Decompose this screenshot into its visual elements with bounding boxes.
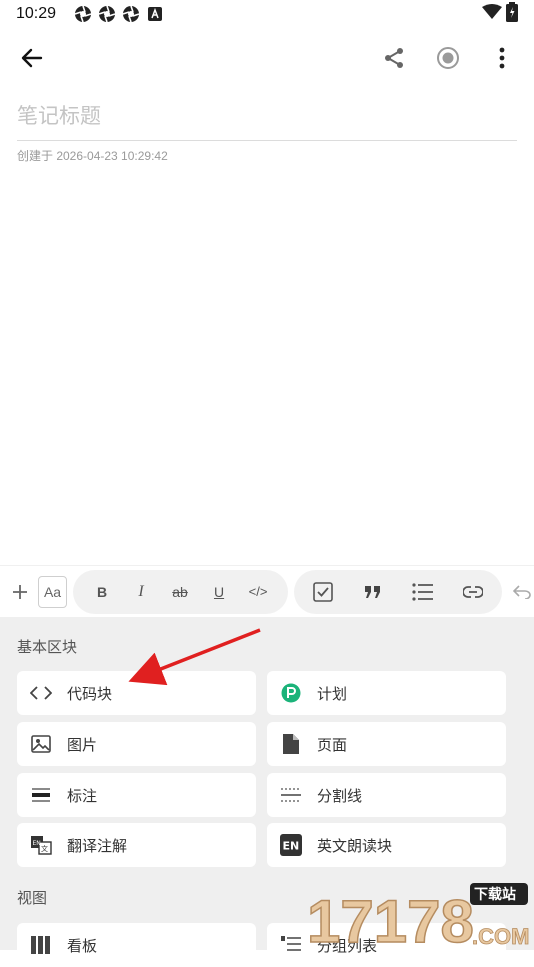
link-button[interactable]	[458, 585, 488, 599]
block-page[interactable]: 页面	[267, 722, 506, 766]
bullet-list-button[interactable]	[408, 583, 438, 601]
code-icon	[29, 681, 53, 705]
block-label: 页面	[317, 734, 347, 755]
bullet-list-icon	[412, 583, 434, 601]
created-timestamp: 创建于 2026-04-23 10:29:42	[17, 147, 517, 164]
svg-text:EN: EN	[283, 840, 300, 853]
underline-button[interactable]: U	[200, 584, 239, 600]
undo-button[interactable]	[510, 577, 534, 607]
block-label: 代码块	[67, 683, 112, 704]
status-bar: 10:29	[0, 0, 534, 28]
share-button[interactable]	[374, 38, 414, 78]
aperture-icon	[98, 5, 116, 23]
group-list-icon	[279, 933, 303, 957]
record-icon	[436, 46, 460, 70]
block-en-read[interactable]: EN 英文朗读块	[267, 823, 506, 867]
format-toolbar: Aa B I ab U </>	[0, 565, 534, 617]
inline-format-group: B I ab U </>	[73, 570, 288, 614]
bold-button[interactable]: B	[83, 584, 122, 600]
quote-icon	[364, 585, 382, 599]
app-bar	[0, 28, 534, 88]
view-kanban[interactable]: 看板	[17, 923, 256, 967]
checkbox-button[interactable]	[308, 582, 338, 602]
link-icon	[463, 585, 483, 599]
more-button[interactable]	[482, 38, 522, 78]
en-read-icon: EN	[279, 833, 303, 857]
record-button[interactable]	[428, 38, 468, 78]
svg-text:EN: EN	[33, 840, 41, 847]
battery-charging-icon	[506, 2, 518, 26]
watermark-logo: 17178 下载站 .COM	[302, 880, 532, 950]
aperture-icon	[122, 5, 140, 23]
title-divider	[17, 140, 517, 141]
italic-button[interactable]: I	[122, 583, 161, 601]
wifi-icon	[482, 4, 502, 24]
block-format-group	[294, 570, 502, 614]
quote-button[interactable]	[358, 585, 388, 599]
add-block-button[interactable]	[8, 577, 32, 607]
plan-icon	[279, 681, 303, 705]
svg-text:文: 文	[41, 844, 48, 853]
block-label: 分割线	[317, 785, 362, 806]
translate-icon: EN文	[29, 833, 53, 857]
block-callout[interactable]: 标注	[17, 773, 256, 817]
image-icon	[29, 732, 53, 756]
divider-icon	[279, 783, 303, 807]
block-label: 看板	[67, 935, 97, 956]
aperture-icon	[74, 5, 92, 23]
watermark-text: 17178	[307, 888, 474, 950]
undo-icon	[513, 585, 531, 599]
share-icon	[382, 46, 406, 70]
inline-code-button[interactable]: </>	[239, 584, 278, 599]
block-plan[interactable]: 计划	[267, 671, 506, 715]
block-label: 英文朗读块	[317, 835, 392, 856]
watermark-suffix: .COM	[472, 924, 529, 949]
watermark-badge: 下载站	[474, 886, 516, 903]
block-divider[interactable]: 分割线	[267, 773, 506, 817]
status-time: 10:29	[16, 5, 56, 23]
page-icon	[279, 732, 303, 756]
block-label: 计划	[317, 683, 347, 704]
note-title-input[interactable]: 笔记标题	[17, 96, 517, 136]
arrow-left-icon	[21, 47, 43, 69]
back-button[interactable]	[12, 38, 52, 78]
checkbox-icon	[313, 582, 333, 602]
text-style-button[interactable]: Aa	[38, 576, 66, 608]
block-image[interactable]: 图片	[17, 722, 256, 766]
block-label: 图片	[67, 734, 97, 755]
notification-a-icon	[146, 5, 164, 23]
basic-blocks-label: 基本区块	[17, 636, 77, 657]
strikethrough-button[interactable]: ab	[161, 584, 200, 600]
callout-icon	[29, 783, 53, 807]
plus-icon	[12, 584, 28, 600]
block-translate[interactable]: EN文 翻译注解	[17, 823, 256, 867]
note-header: 笔记标题 创建于 2026-04-23 10:29:42	[17, 96, 517, 164]
views-label: 视图	[17, 887, 47, 908]
block-code[interactable]: 代码块	[17, 671, 256, 715]
block-label: 翻译注解	[67, 835, 127, 856]
kanban-icon	[29, 933, 53, 957]
block-label: 标注	[67, 785, 97, 806]
more-vertical-icon	[498, 47, 506, 69]
